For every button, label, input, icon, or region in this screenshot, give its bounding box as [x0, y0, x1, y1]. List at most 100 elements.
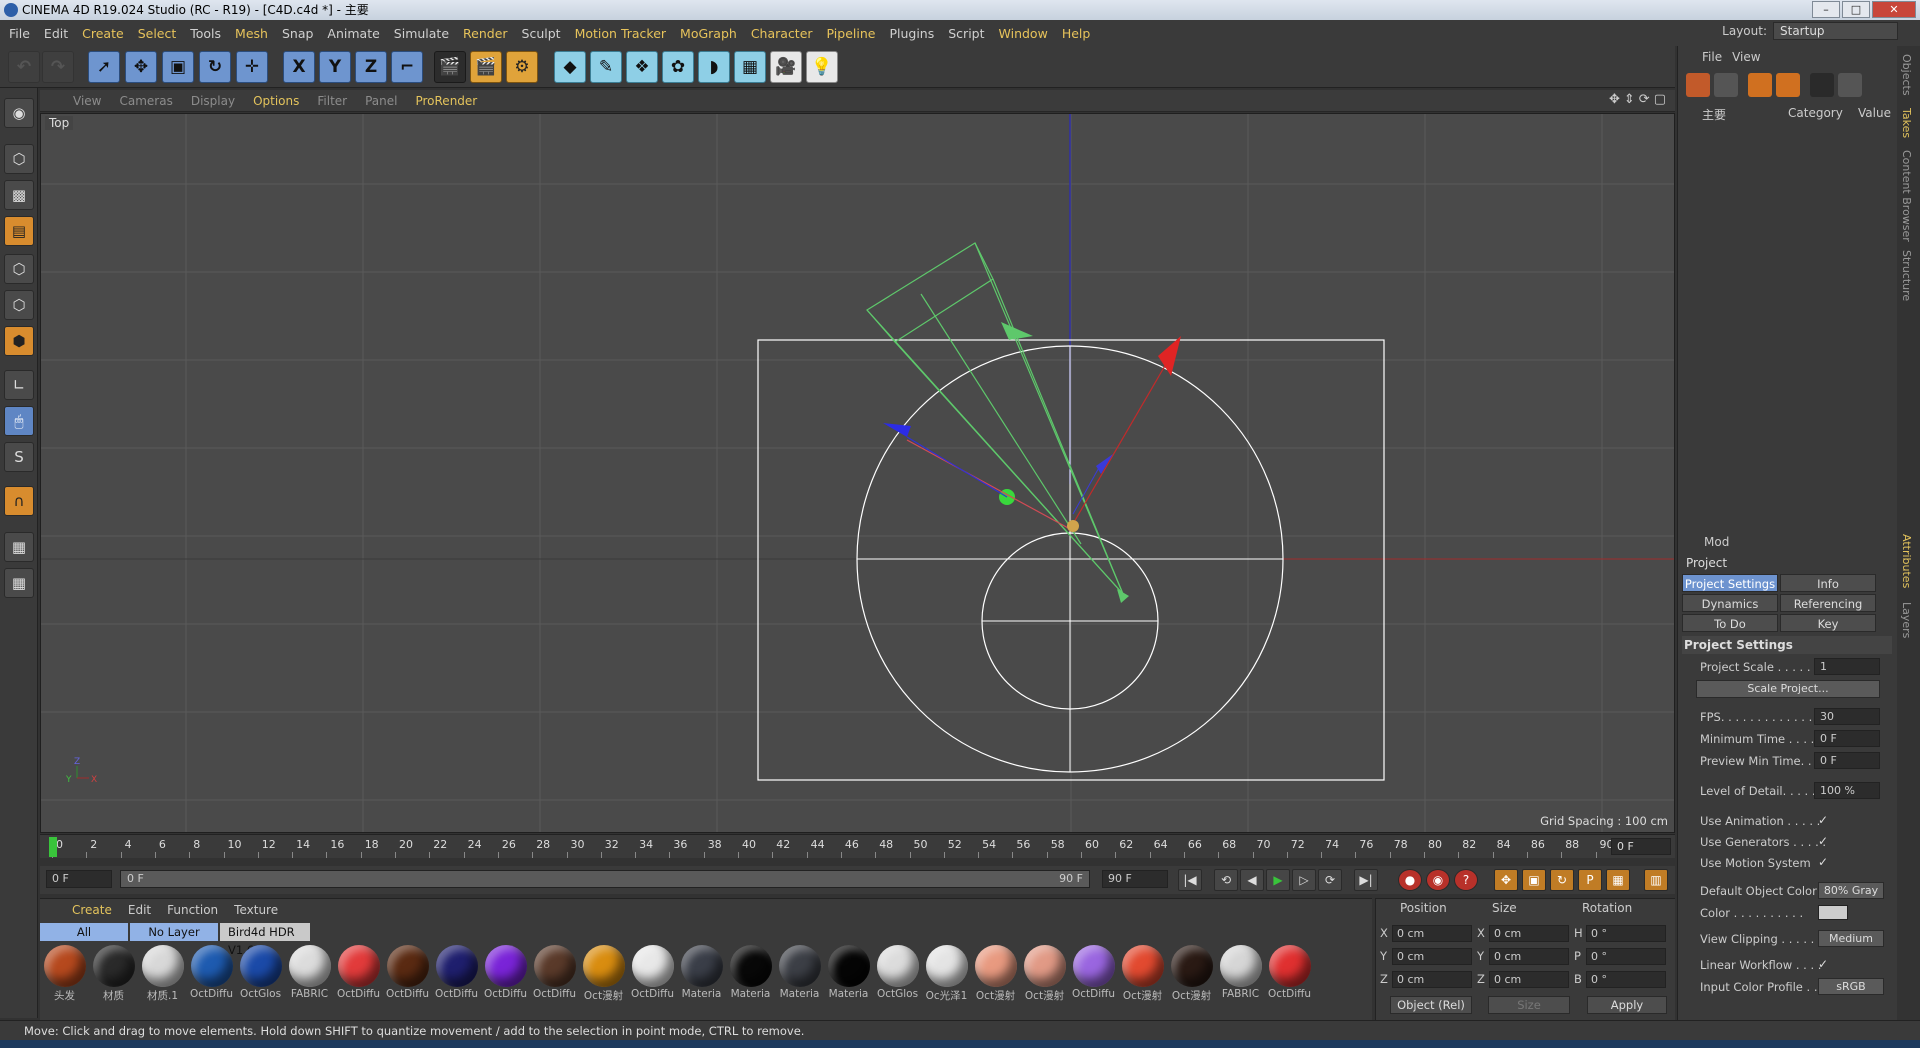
- material-swatch[interactable]: Oct漫射: [1022, 945, 1067, 1003]
- start-frame-field[interactable]: 0 F: [46, 870, 112, 888]
- material-swatch[interactable]: OctDiffu: [483, 945, 528, 1003]
- material-swatch[interactable]: Oct漫射: [581, 945, 626, 1003]
- workplane-mode-icon[interactable]: ▤: [4, 216, 34, 246]
- locked-workplane-icon[interactable]: ▦: [4, 532, 34, 562]
- subdivision-surface-icon[interactable]: ❖: [626, 51, 658, 83]
- material-swatch[interactable]: FABRIC: [287, 945, 332, 1003]
- take-clone-icon[interactable]: [1714, 73, 1738, 97]
- viewport-menu-filter[interactable]: Filter: [308, 94, 356, 108]
- view-clipping-dropdown[interactable]: Medium: [1818, 930, 1884, 947]
- layer-tab-hdr[interactable]: Bird4d HDR V1.6: [220, 923, 310, 957]
- take-render-icon[interactable]: [1810, 73, 1834, 97]
- key-rotation-icon[interactable]: ↻: [1550, 869, 1574, 891]
- side-tab-content-browser[interactable]: Content Browser: [1900, 150, 1913, 242]
- z-axis-lock-button[interactable]: Z: [355, 51, 387, 83]
- points-mode-icon[interactable]: ⬡: [4, 254, 34, 284]
- material-swatch[interactable]: OctDiffu: [1071, 945, 1116, 1003]
- mat-menu-edit[interactable]: Edit: [120, 903, 159, 917]
- menu-help[interactable]: Help: [1055, 26, 1098, 41]
- use-animation-checkbox[interactable]: ✓: [1818, 813, 1828, 827]
- material-swatch[interactable]: Materia: [679, 945, 724, 1003]
- polygons-mode-icon[interactable]: ⬢: [4, 326, 34, 356]
- project-scale-field[interactable]: 1: [1814, 658, 1880, 675]
- scale-project-button[interactable]: Scale Project...: [1696, 680, 1880, 698]
- x-axis-lock-button[interactable]: X: [283, 51, 315, 83]
- coord-pos-x-field[interactable]: 0 cm: [1392, 925, 1472, 942]
- take-auto-icon[interactable]: [1776, 73, 1800, 97]
- camera-icon[interactable]: 🎥: [770, 51, 802, 83]
- menu-create[interactable]: Create: [75, 26, 131, 41]
- menu-select[interactable]: Select: [131, 26, 184, 41]
- key-pla-icon[interactable]: ▦: [1606, 869, 1630, 891]
- solo-mode-icon[interactable]: S: [4, 442, 34, 472]
- tweak-mode-icon[interactable]: 🖱: [4, 406, 34, 436]
- goto-next-key-icon[interactable]: ⟳: [1318, 869, 1342, 891]
- min-time-field[interactable]: 0 F: [1814, 730, 1880, 747]
- edges-mode-icon[interactable]: ⬡: [4, 290, 34, 320]
- input-profile-dropdown[interactable]: sRGB: [1818, 978, 1884, 995]
- material-swatch[interactable]: OctDiffu: [630, 945, 675, 1003]
- play-forward-icon[interactable]: ▶: [1266, 869, 1290, 891]
- menu-window[interactable]: Window: [992, 26, 1055, 41]
- material-swatch[interactable]: Materia: [826, 945, 871, 1003]
- mat-menu-function[interactable]: Function: [159, 903, 226, 917]
- side-tab-objects[interactable]: Objects: [1900, 54, 1913, 96]
- side-tab-attributes[interactable]: Attributes: [1900, 534, 1913, 588]
- color-swatch[interactable]: [1818, 905, 1848, 920]
- layer-tab-all[interactable]: All: [40, 923, 128, 941]
- coord-size-x-field[interactable]: 0 cm: [1489, 925, 1569, 942]
- layer-tab-no-layer[interactable]: No Layer: [130, 923, 218, 941]
- goto-end-icon[interactable]: ▶|: [1354, 869, 1378, 891]
- move-tool-icon[interactable]: ✥: [125, 51, 157, 83]
- preview-min-field[interactable]: 0 F: [1814, 752, 1880, 769]
- material-swatch[interactable]: OctDiffu: [532, 945, 577, 1003]
- use-motion-checkbox[interactable]: ✓: [1818, 855, 1828, 869]
- goto-prev-key-icon[interactable]: ⟲: [1214, 869, 1238, 891]
- coord-rot-p-field[interactable]: 0 °: [1586, 948, 1666, 965]
- coord-rot-h-field[interactable]: 0 °: [1586, 925, 1666, 942]
- menu-tools[interactable]: Tools: [183, 26, 228, 41]
- deformer-icon[interactable]: ◗: [698, 51, 730, 83]
- coordinate-system-icon[interactable]: ⌐: [391, 51, 423, 83]
- keyframe-selection-icon[interactable]: ?: [1454, 869, 1478, 891]
- material-swatch[interactable]: OctDiffu: [434, 945, 479, 1003]
- material-swatch[interactable]: FABRIC: [1218, 945, 1263, 1003]
- undo-icon[interactable]: ↶: [8, 51, 40, 83]
- attr-tab-dynamics[interactable]: Dynamics: [1682, 594, 1778, 612]
- side-tab-takes[interactable]: Takes: [1900, 108, 1913, 138]
- coord-apply-button[interactable]: Apply: [1587, 996, 1667, 1014]
- linear-workflow-checkbox[interactable]: ✓: [1818, 957, 1828, 971]
- viewport-menu-prorender[interactable]: ProRender: [406, 94, 486, 108]
- maximize-view-icon[interactable]: ▢: [1654, 92, 1666, 107]
- top-viewport[interactable]: Z X Y Top Grid Spacing : 100 cm: [40, 113, 1675, 833]
- use-generators-checkbox[interactable]: ✓: [1818, 834, 1828, 848]
- material-swatch[interactable]: Oc光泽1: [924, 945, 969, 1003]
- menu-plugins[interactable]: Plugins: [882, 26, 941, 41]
- viewport-canvas[interactable]: Z X Y: [41, 114, 1675, 833]
- material-swatch[interactable]: Oct漫射: [1120, 945, 1165, 1003]
- orbit-view-icon[interactable]: ⟳: [1639, 92, 1650, 107]
- takes-main-label[interactable]: 主要: [1702, 106, 1726, 123]
- material-swatch[interactable]: Materia: [728, 945, 773, 1003]
- menu-character[interactable]: Character: [744, 26, 820, 41]
- key-position-icon[interactable]: ✥: [1494, 869, 1518, 891]
- attr-tab-project-settings[interactable]: Project Settings: [1682, 574, 1778, 592]
- key-parameter-icon[interactable]: P: [1578, 869, 1602, 891]
- coord-size-z-field[interactable]: 0 cm: [1489, 971, 1569, 988]
- render-picture-viewer-icon[interactable]: 🎬: [470, 51, 502, 83]
- cube-object-icon[interactable]: ◆: [554, 51, 586, 83]
- material-swatch[interactable]: OctGlos: [875, 945, 920, 1003]
- attr-tab-key-interpolation[interactable]: Key Interpolation: [1780, 614, 1876, 649]
- menu-snap[interactable]: Snap: [275, 26, 320, 41]
- snap-icon[interactable]: ∩: [4, 486, 34, 516]
- render-view-icon[interactable]: 🎬: [434, 51, 466, 83]
- pan-view-icon[interactable]: ✥: [1609, 92, 1620, 107]
- preview-range-slider[interactable]: 0 F 90 F: [120, 870, 1090, 888]
- viewport-menu-display[interactable]: Display: [182, 94, 244, 108]
- menu-mograph[interactable]: MoGraph: [673, 26, 744, 41]
- close-button[interactable]: ✕: [1872, 1, 1916, 18]
- light-icon[interactable]: 💡: [806, 51, 838, 83]
- default-color-dropdown[interactable]: 80% Gray: [1818, 882, 1884, 899]
- side-tab-structure[interactable]: Structure: [1900, 250, 1913, 301]
- material-swatch[interactable]: OctDiffu: [189, 945, 234, 1003]
